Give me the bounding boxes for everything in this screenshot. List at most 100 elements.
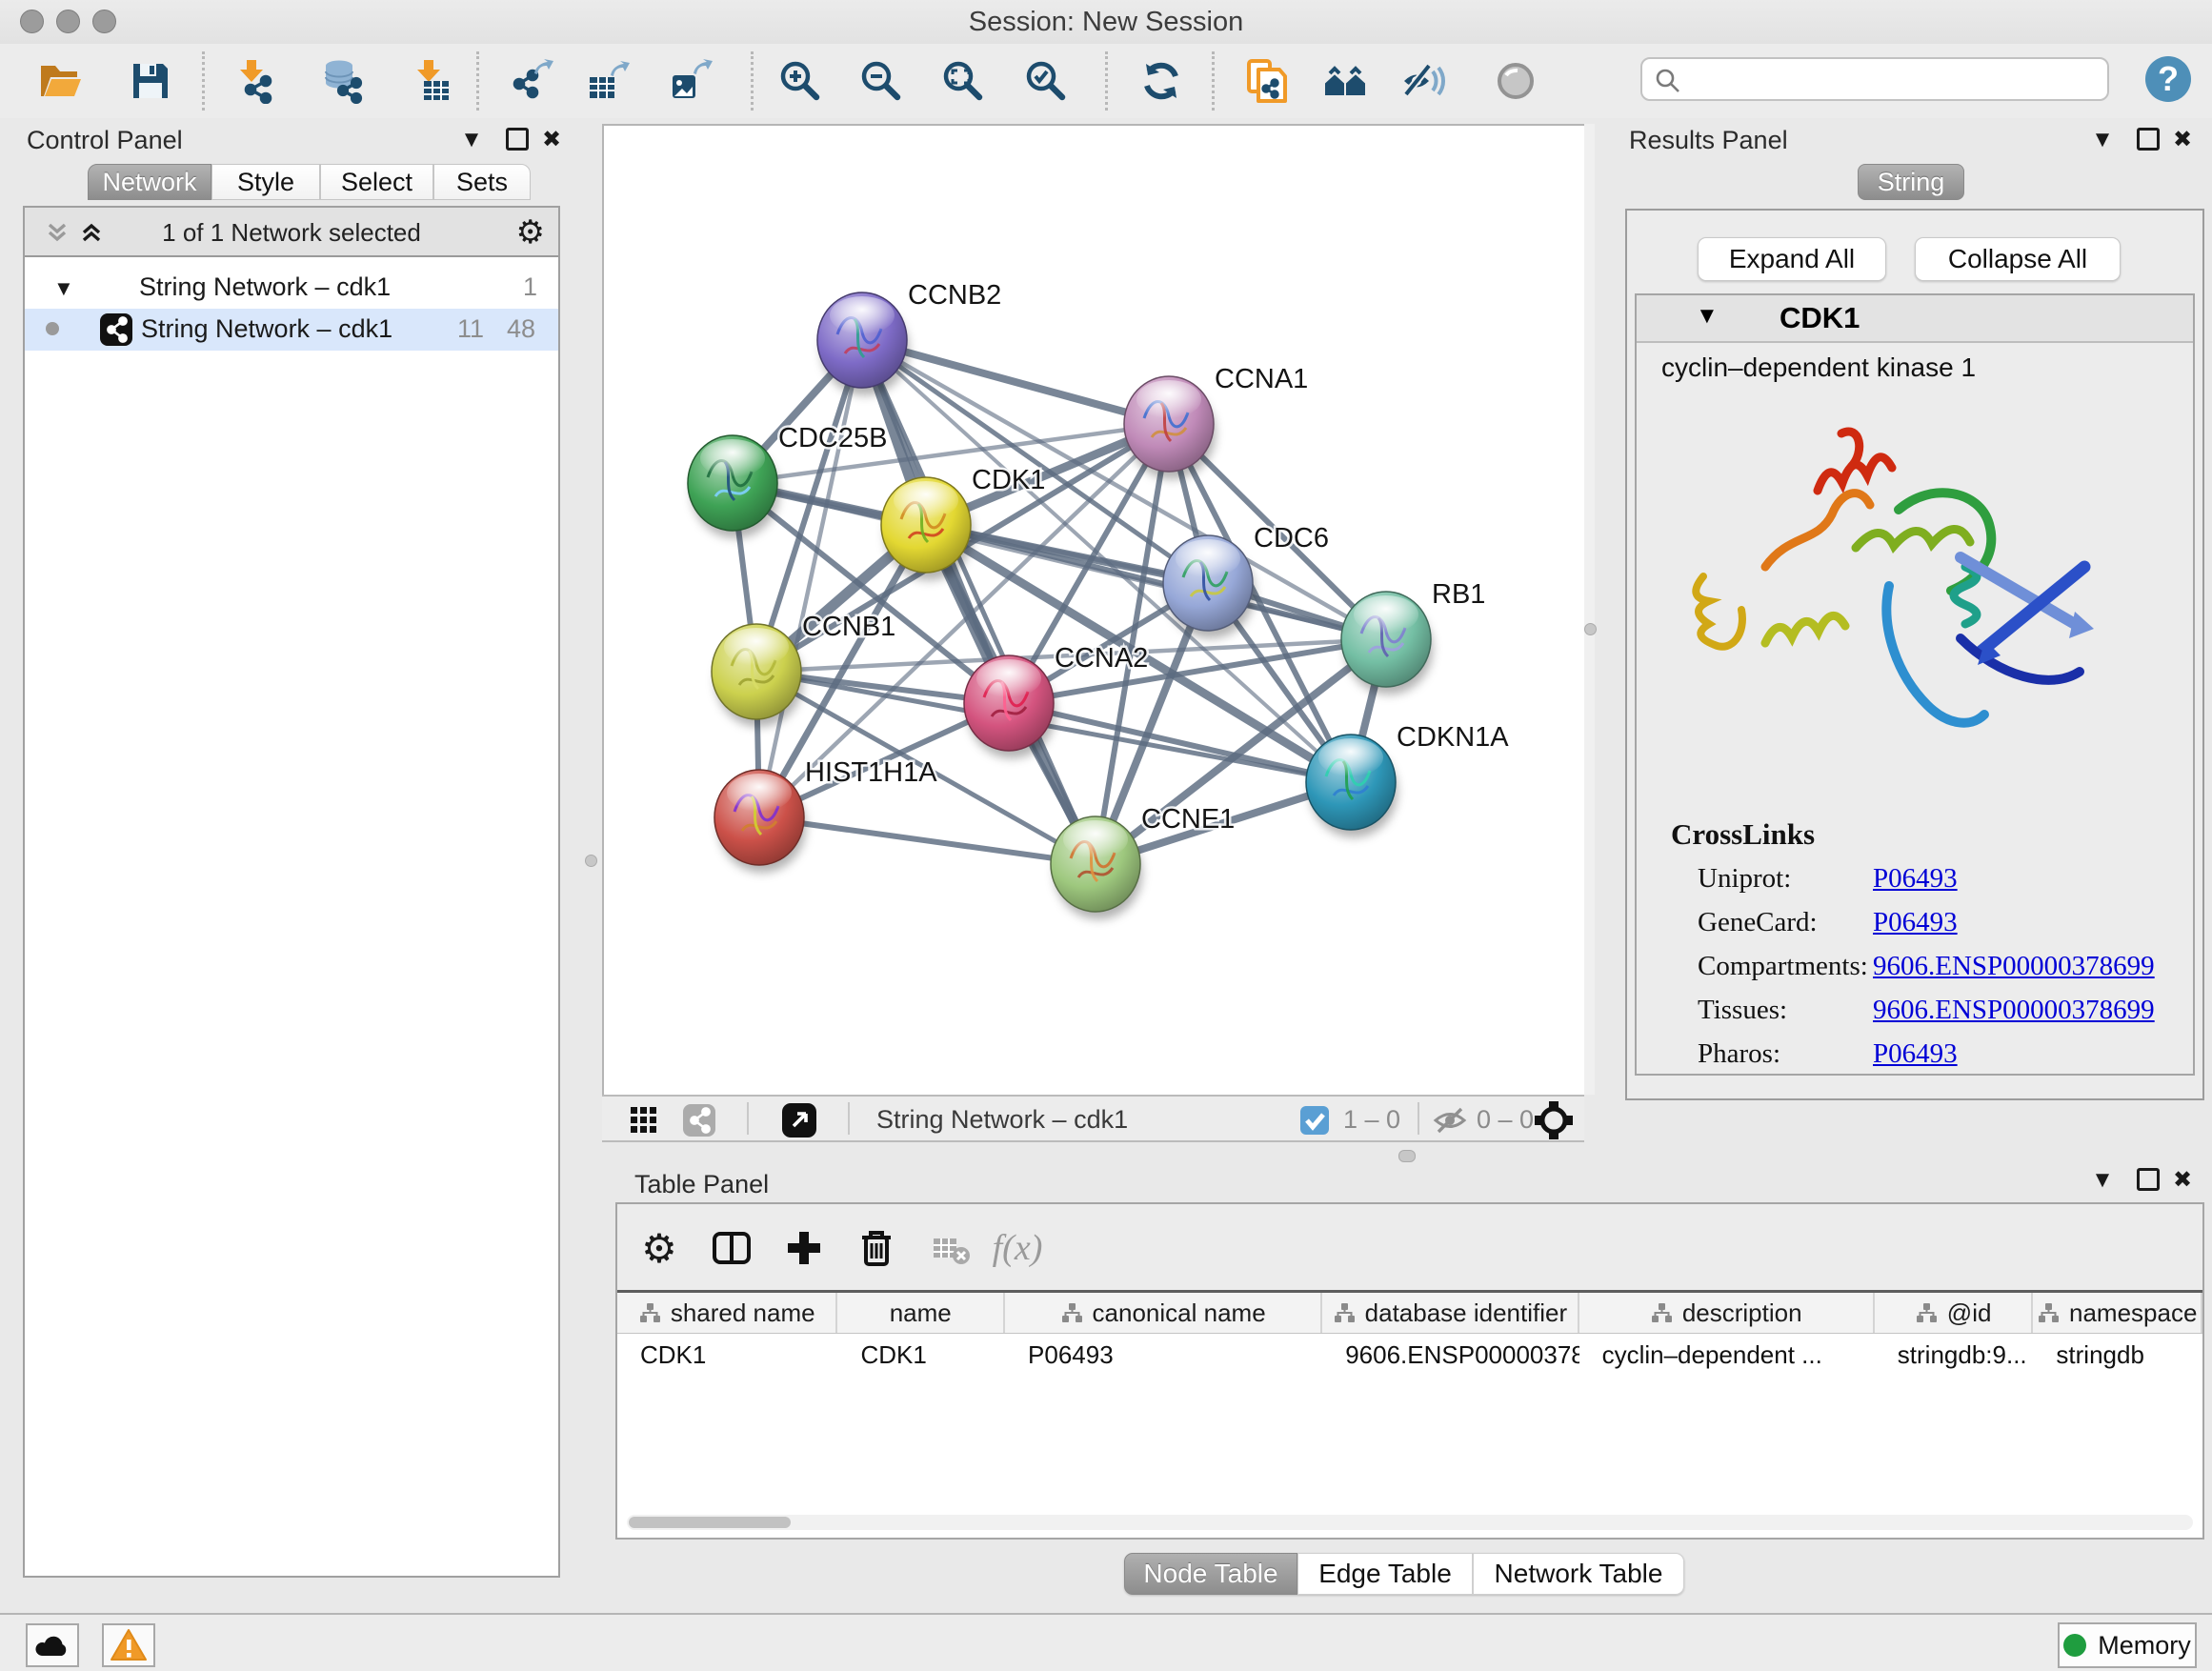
zoom-in-icon[interactable] — [774, 56, 824, 106]
tab-network-table[interactable]: Network Table — [1473, 1553, 1684, 1595]
network-options-gear-icon[interactable]: ⚙ — [516, 213, 545, 252]
section-collapse-icon[interactable]: ▼ — [1696, 303, 1719, 330]
column-header-shared-name[interactable]: shared name — [617, 1293, 837, 1333]
expand-all-button[interactable]: Expand All — [1698, 237, 1886, 281]
table-horizontal-scrollbar[interactable] — [627, 1515, 2193, 1530]
export-table-icon[interactable] — [582, 56, 632, 106]
show-all-networks-icon[interactable] — [1320, 56, 1370, 106]
zoom-selected-icon[interactable] — [1020, 56, 1070, 106]
warnings-button[interactable] — [102, 1623, 155, 1667]
tab-sets[interactable]: Sets — [433, 164, 531, 200]
tab-edge-table[interactable]: Edge Table — [1297, 1553, 1473, 1595]
network-row-selected[interactable]: String Network – cdk1 11 48 — [25, 309, 558, 351]
grid-view-icon[interactable] — [629, 1105, 659, 1136]
table-cell[interactable]: P06493 — [1005, 1340, 1322, 1370]
crosslink-row: Pharos:P06493 — [1637, 1038, 2193, 1082]
zoom-fit-icon[interactable] — [937, 56, 987, 106]
node-CDKN1A[interactable]: CDKN1A — [1306, 722, 1509, 837]
crosslink-value-link[interactable]: P06493 — [1873, 907, 1958, 938]
copy-style-icon[interactable] — [1241, 56, 1291, 106]
table-row[interactable]: CDK1CDK1P064939606.ENSP00000378699cyclin… — [617, 1334, 2202, 1376]
hidden-eye-icon[interactable] — [1433, 1105, 1467, 1136]
help-icon[interactable]: ? — [2145, 56, 2191, 102]
table-cell[interactable]: CDK1 — [617, 1340, 837, 1370]
export-image-icon[interactable] — [665, 56, 714, 106]
tab-node-table[interactable]: Node Table — [1124, 1553, 1297, 1595]
warning-icon — [110, 1628, 148, 1662]
splitter-handle[interactable] — [1584, 623, 1597, 635]
crosslink-value-link[interactable]: P06493 — [1873, 1038, 1958, 1070]
add-column-icon[interactable] — [777, 1221, 831, 1275]
canvas-right-splitter[interactable] — [1584, 124, 1595, 1095]
collapse-all-button[interactable]: Collapse All — [1915, 237, 2121, 281]
crosslink-value-link[interactable]: 9606.ENSP00000378699 — [1873, 995, 2155, 1026]
table-settings-gear-icon[interactable]: ⚙ — [633, 1221, 686, 1275]
open-session-icon[interactable] — [35, 56, 85, 106]
node-HIST1H1A[interactable]: HIST1H1A — [714, 757, 937, 873]
column-header-database-identifier[interactable]: database identifier — [1322, 1293, 1579, 1333]
results-panel-maximize-icon[interactable] — [2134, 128, 2162, 152]
toolbar-separator — [751, 51, 754, 111]
show-columns-icon[interactable] — [705, 1221, 758, 1275]
results-panel-close-icon[interactable]: ✖ — [2168, 128, 2197, 152]
tab-select[interactable]: Select — [320, 164, 433, 200]
import-network-file-icon[interactable] — [228, 56, 277, 106]
table-cell[interactable]: stringdb:9... — [1875, 1340, 2034, 1370]
crosslink-row: Tissues:9606.ENSP00000378699 — [1637, 995, 2193, 1038]
network-canvas[interactable]: CCNB2CCNA1CDC25BCDK1CDC6RB1CCNB1CCNA2CDK… — [602, 124, 1584, 1095]
table-panel-close-icon[interactable]: ✖ — [2168, 1168, 2197, 1193]
column-tree-icon — [2037, 1301, 2060, 1324]
tree-expand-icon[interactable]: ▼ — [53, 276, 74, 301]
results-panel-float-icon[interactable]: ▼ — [2088, 128, 2117, 152]
crosslink-value-link[interactable]: P06493 — [1873, 863, 1958, 895]
control-panel-maximize-icon[interactable] — [503, 128, 532, 152]
node-CCNB2[interactable]: CCNB2 — [817, 280, 1001, 395]
bottom-splitter-handle[interactable] — [1398, 1150, 1416, 1162]
scrollbar-thumb[interactable] — [629, 1517, 791, 1528]
import-network-database-icon[interactable] — [316, 56, 366, 106]
delete-column-icon[interactable] — [850, 1221, 903, 1275]
column-header-canonical-name[interactable]: canonical name — [1005, 1293, 1322, 1333]
cloud-button[interactable] — [26, 1623, 79, 1667]
network-collection-row[interactable]: ▼ String Network – cdk1 1 — [25, 271, 558, 309]
table-cell[interactable]: stringdb — [2033, 1340, 2202, 1370]
table-cell[interactable]: CDK1 — [837, 1340, 1005, 1370]
column-header-label: database identifier — [1365, 1299, 1567, 1328]
column-header--id[interactable]: @id — [1875, 1293, 2034, 1333]
table-cell[interactable]: cyclin–dependent ... — [1579, 1340, 1875, 1370]
selected-checkbox-icon[interactable] — [1299, 1105, 1330, 1136]
node-CCNE1[interactable]: CCNE1 — [1051, 804, 1235, 919]
zoom-out-icon[interactable] — [855, 56, 905, 106]
save-session-icon[interactable] — [126, 56, 175, 106]
tab-style[interactable]: Style — [211, 164, 320, 200]
table-panel-maximize-icon[interactable] — [2134, 1168, 2162, 1193]
control-panel-float-icon[interactable]: ▼ — [457, 128, 486, 152]
export-network-icon[interactable] — [508, 56, 557, 106]
network-graph[interactable]: CCNB2CCNA1CDC25BCDK1CDC6RB1CCNB1CCNA2CDK… — [604, 126, 1582, 1093]
node-CDC25B[interactable]: CDC25B — [688, 423, 887, 538]
node-RB1[interactable]: RB1 — [1341, 579, 1485, 695]
column-header-description[interactable]: description — [1579, 1293, 1875, 1333]
crosslink-value-link[interactable]: 9606.ENSP00000378699 — [1873, 951, 2155, 982]
cdk1-section-header[interactable]: ▼ CDK1 — [1637, 295, 2193, 343]
edge-HIST1H1A-CCNE1[interactable] — [759, 817, 1096, 864]
column-header-namespace[interactable]: namespace — [2033, 1293, 2202, 1333]
import-table-file-icon[interactable] — [405, 56, 454, 106]
crosshair-icon[interactable] — [1534, 1100, 1574, 1140]
column-header-name[interactable]: name — [837, 1293, 1005, 1333]
memory-button[interactable]: Memory — [2058, 1622, 2197, 1668]
hide-unhide-icon[interactable] — [1400, 56, 1450, 106]
tab-network[interactable]: Network — [88, 164, 211, 200]
tab-string[interactable]: String — [1858, 164, 1964, 200]
table-panel-float-icon[interactable]: ▼ — [2088, 1168, 2117, 1193]
left-splitter-handle[interactable] — [585, 855, 597, 867]
share-view-icon[interactable] — [682, 1103, 716, 1137]
refresh-view-icon[interactable] — [1136, 56, 1186, 106]
birdseye-icon[interactable] — [781, 1102, 817, 1138]
global-search-input[interactable] — [1692, 61, 2096, 99]
table-cell[interactable]: 9606.ENSP00000378699 — [1322, 1340, 1579, 1370]
edge-CCNB2-HIST1H1A[interactable] — [759, 340, 862, 817]
node-CCNA1[interactable]: CCNA1 — [1124, 364, 1308, 479]
control-panel-close-icon[interactable]: ✖ — [537, 128, 566, 152]
toolbar-separator — [202, 51, 205, 111]
